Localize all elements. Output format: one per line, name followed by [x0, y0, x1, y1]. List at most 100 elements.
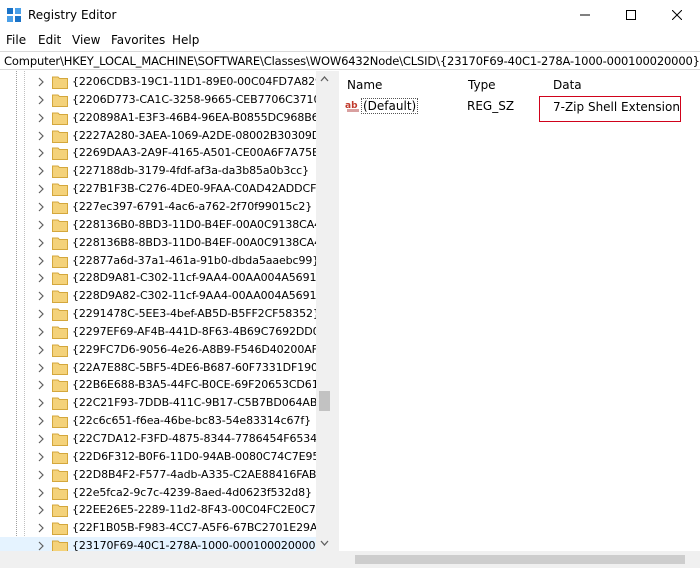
tree-key-label: {22D8B4F2-F577-4adb-A335-C2AE88416FAB}	[72, 467, 324, 481]
folder-icon	[52, 94, 68, 107]
address-path[interactable]: Computer\HKEY_LOCAL_MACHINE\SOFTWARE\Cla…	[4, 54, 700, 68]
chevron-right-icon[interactable]	[36, 327, 46, 337]
menu-bar: File Edit View Favorites Help	[0, 30, 700, 50]
tree-key-label: {228D9A82-C302-11cf-9AA4-00AA004A5691}	[72, 289, 324, 303]
tree-key-row[interactable]: {2291478C-5EE3-4bef-AB5D-B5FF2CF58352}	[0, 305, 320, 323]
tree-key-row[interactable]: {228D9A81-C302-11cf-9AA4-00AA004A5691}	[0, 269, 323, 287]
tree-key-row[interactable]: {22EE26E5-2289-11d2-8F43-00C04FC2E0C7}	[0, 501, 323, 519]
chevron-right-icon[interactable]	[36, 166, 46, 176]
tree-key-row[interactable]: {22B6E688-B3A5-44FC-B0CE-69F20653CD61}	[0, 376, 326, 394]
tree-key-label: {2227A280-3AEA-1069-A2DE-08002B30309D}	[72, 128, 328, 142]
chevron-right-icon[interactable]	[36, 363, 46, 373]
tree-key-row[interactable]: {2227A280-3AEA-1069-A2DE-08002B30309D}	[0, 127, 327, 145]
tree-key-row[interactable]: {229FC7D6-9056-4e26-A8B9-F546D40200AF}	[0, 341, 325, 359]
scroll-thumb[interactable]	[319, 391, 330, 411]
tree-key-label: {22A7E88C-5BF5-4DE6-B687-60F7331DF190}	[72, 360, 325, 374]
tree-key-row[interactable]: {228D9A82-C302-11cf-9AA4-00AA004A5691}	[0, 287, 323, 305]
tree-key-label: {227ec397-6791-4ac6-a762-2f70f99015c2}	[72, 199, 313, 213]
tree-horizontal-scrollbar[interactable]	[0, 551, 334, 568]
tree-key-row[interactable]: {228136B0-8BD3-11D0-B4EF-00A0C9138CA4}	[0, 216, 328, 234]
tree-key-row[interactable]: {2206CDB3-19C1-11D1-89E0-00C04FD7A829}	[0, 73, 329, 91]
chevron-right-icon[interactable]	[36, 505, 46, 515]
menu-view[interactable]: View	[72, 33, 100, 47]
folder-icon	[52, 201, 68, 214]
address-bar[interactable]: Computer\HKEY_LOCAL_MACHINE\SOFTWARE\Cla…	[0, 51, 700, 70]
value-data[interactable]: 7-Zip Shell Extension	[553, 100, 680, 114]
tree-key-row[interactable]: {227B1F3B-C276-4DE0-9FAA-C0AD42ADDCF0}	[0, 180, 330, 198]
tree-key-label: {22F1B05B-F983-4CC7-A5F6-67BC2701E29A}	[72, 521, 325, 535]
folder-icon	[52, 469, 68, 482]
folder-icon	[52, 433, 68, 446]
tree-key-row[interactable]: {22D6F312-B0F6-11D0-94AB-0080C74C7E95}	[0, 448, 326, 466]
close-button[interactable]	[654, 0, 700, 30]
scroll-up-icon[interactable]	[319, 74, 330, 84]
tree-key-label: {22B6E688-B3A5-44FC-B0CE-69F20653CD61}	[72, 378, 326, 392]
chevron-right-icon[interactable]	[36, 77, 46, 87]
scroll-thumb[interactable]	[355, 555, 685, 564]
tree-key-row[interactable]: {22D8B4F2-F577-4adb-A335-C2AE88416FAB}	[0, 466, 323, 484]
chevron-right-icon[interactable]	[36, 416, 46, 426]
chevron-right-icon[interactable]	[36, 256, 46, 266]
tree-key-row[interactable]: {2269DAA3-2A9F-4165-A501-CE00A6F7A75B}	[0, 144, 326, 162]
chevron-right-icon[interactable]	[36, 380, 46, 390]
chevron-right-icon[interactable]	[36, 113, 46, 123]
chevron-right-icon[interactable]	[36, 202, 46, 212]
chevron-right-icon[interactable]	[36, 523, 46, 533]
tree-key-row[interactable]: {22C21F93-7DDB-411C-9B17-C5B7BD064ABC}	[0, 394, 332, 412]
chevron-right-icon[interactable]	[36, 541, 46, 551]
window-title: Registry Editor	[28, 8, 117, 22]
column-header-data[interactable]: Data	[553, 78, 582, 92]
folder-icon	[52, 165, 68, 179]
tree-key-row[interactable]: {228136B8-8BD3-11D0-B4EF-00A0C9138CA4}	[0, 234, 328, 252]
chevron-right-icon[interactable]	[36, 434, 46, 444]
chevron-right-icon[interactable]	[36, 291, 46, 301]
chevron-right-icon[interactable]	[36, 131, 46, 141]
values-horizontal-scrollbar[interactable]	[339, 551, 700, 568]
menu-file[interactable]: File	[6, 33, 26, 47]
chevron-right-icon[interactable]	[36, 273, 46, 283]
tree-key-row[interactable]: {22F1B05B-F983-4CC7-A5F6-67BC2701E29A}	[0, 519, 324, 537]
chevron-right-icon[interactable]	[36, 470, 46, 480]
values-pane: Name Type Data ab (Default) REG_SZ 7-Zip…	[339, 71, 700, 568]
column-header-name[interactable]: Name	[347, 78, 382, 92]
tree-vertical-scrollbar[interactable]	[316, 71, 334, 551]
value-name[interactable]: (Default)	[361, 98, 419, 114]
column-header-type[interactable]: Type	[468, 78, 496, 92]
tree-key-row[interactable]: {22877a6d-37a1-461a-91b0-dbda5aaebc99}	[0, 252, 319, 270]
tree-key-label: {229FC7D6-9056-4e26-A8B9-F546D40200AF}	[72, 342, 325, 356]
chevron-right-icon[interactable]	[36, 345, 46, 355]
menu-edit[interactable]: Edit	[38, 33, 61, 47]
folder-icon	[52, 130, 68, 143]
tree-key-label: {228136B8-8BD3-11D0-B4EF-00A0C9138CA4}	[72, 235, 328, 249]
tree-key-row[interactable]: {22C7DA12-F3FD-4875-8344-7786454F6534}	[0, 430, 324, 448]
tree-key-row[interactable]: {22c6c651-f6ea-46be-bc83-54e83314c67f}	[0, 412, 316, 430]
maximize-button[interactable]	[608, 0, 654, 30]
folder-icon	[52, 451, 68, 464]
chevron-right-icon[interactable]	[36, 398, 46, 408]
tree-key-row[interactable]: {2206D773-CA1C-3258-9665-CEB7706C3710}	[0, 91, 327, 109]
key-tree: {2206CDB3-19C1-11D1-89E0-00C04FD7A829} {2…	[0, 71, 334, 568]
value-type: REG_SZ	[467, 99, 515, 113]
chevron-right-icon[interactable]	[36, 184, 46, 194]
tree-key-label: {228D9A81-C302-11cf-9AA4-00AA004A5691}	[72, 271, 324, 285]
chevron-right-icon[interactable]	[36, 95, 46, 105]
tree-key-row[interactable]: {22A7E88C-5BF5-4DE6-B687-60F7331DF190}	[0, 359, 325, 377]
tree-key-row[interactable]: {227188db-3179-4fdf-af3a-da3b85a0b3cc}	[0, 162, 316, 180]
chevron-right-icon[interactable]	[36, 488, 46, 498]
chevron-right-icon[interactable]	[36, 220, 46, 230]
folder-icon	[52, 219, 68, 232]
folder-icon	[52, 415, 68, 429]
chevron-right-icon[interactable]	[36, 238, 46, 248]
tree-key-row[interactable]: {22e5fca2-9c7c-4239-8aed-4d0623f532d8}	[0, 484, 316, 502]
tree-key-row[interactable]: {227ec397-6791-4ac6-a762-2f70f99015c2}	[0, 198, 316, 216]
minimize-button[interactable]	[562, 0, 608, 30]
tree-key-row[interactable]: {2297EF69-AF4B-441D-8F63-4B69C7692DD0}	[0, 323, 327, 341]
chevron-right-icon[interactable]	[36, 148, 46, 158]
chevron-right-icon[interactable]	[36, 309, 46, 319]
tree-key-label: {22c6c651-f6ea-46be-bc83-54e83314c67f}	[72, 414, 311, 428]
chevron-right-icon[interactable]	[36, 452, 46, 462]
tree-key-row[interactable]: {220898A1-E3F3-46B4-96EA-B0855DC968B6}	[0, 109, 326, 127]
menu-favorites[interactable]: Favorites	[111, 33, 165, 47]
menu-help[interactable]: Help	[172, 33, 199, 47]
scroll-down-icon[interactable]	[319, 538, 330, 548]
